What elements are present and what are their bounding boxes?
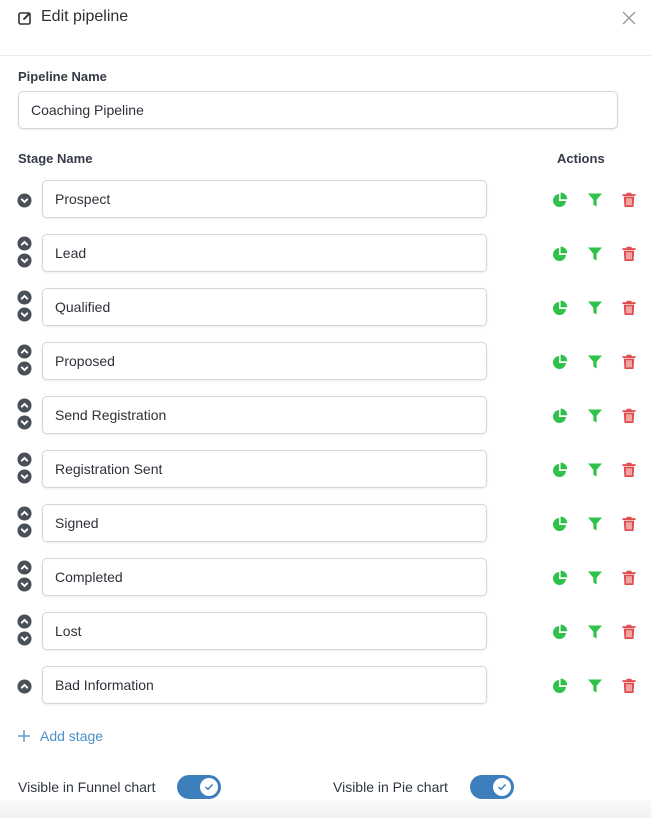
stage-row: Completed [0, 558, 651, 596]
stage-row: Send Registration [0, 396, 651, 434]
trash-icon[interactable] [621, 246, 637, 262]
funnel-icon[interactable] [587, 570, 603, 586]
move-up-icon[interactable] [17, 236, 32, 251]
funnel-visibility-label: Visible in Funnel chart [18, 779, 156, 795]
funnel-icon[interactable] [587, 462, 603, 478]
pie-chart-icon[interactable] [552, 192, 568, 208]
move-down-icon[interactable] [17, 361, 32, 376]
pie-chart-icon[interactable] [552, 570, 568, 586]
stage-name-input[interactable]: Lost [42, 612, 487, 650]
pie-chart-icon[interactable] [552, 624, 568, 640]
stage-name-input[interactable]: Send Registration [42, 396, 487, 434]
funnel-icon[interactable] [587, 678, 603, 694]
move-up-icon[interactable] [17, 452, 32, 467]
move-up-icon[interactable] [17, 290, 32, 305]
trash-icon[interactable] [621, 624, 637, 640]
trash-icon[interactable] [621, 192, 637, 208]
trash-icon[interactable] [621, 354, 637, 370]
pie-chart-icon[interactable] [552, 354, 568, 370]
trash-icon[interactable] [621, 570, 637, 586]
stage-name-input[interactable]: Bad Information [42, 666, 487, 704]
stage-row: Registration Sent [0, 450, 651, 488]
pipeline-name-input[interactable]: Coaching Pipeline [18, 91, 618, 129]
pie-chart-icon[interactable] [552, 408, 568, 424]
trash-icon[interactable] [621, 300, 637, 316]
funnel-visibility-toggle[interactable] [177, 775, 221, 799]
stage-row: Signed [0, 504, 651, 542]
actions-header: Actions [557, 151, 605, 166]
trash-icon[interactable] [621, 462, 637, 478]
pie-chart-icon[interactable] [552, 246, 568, 262]
funnel-icon[interactable] [587, 354, 603, 370]
move-up-icon[interactable] [17, 614, 32, 629]
pie-chart-icon[interactable] [552, 678, 568, 694]
stage-row: Qualified [0, 288, 651, 326]
pie-chart-icon[interactable] [552, 462, 568, 478]
stage-name-input[interactable]: Qualified [42, 288, 487, 326]
stage-row: Bad Information [0, 666, 651, 704]
add-stage-label: Add stage [40, 728, 104, 744]
stage-row: Proposed [0, 342, 651, 380]
move-down-icon[interactable] [17, 523, 32, 538]
trash-icon[interactable] [621, 516, 637, 532]
stage-row: Prospect [0, 180, 651, 218]
funnel-icon[interactable] [587, 624, 603, 640]
edit-icon [18, 12, 31, 25]
move-up-icon[interactable] [17, 398, 32, 413]
funnel-visibility-row: Visible in Funnel chart [18, 775, 155, 799]
move-down-icon[interactable] [17, 307, 32, 322]
funnel-icon[interactable] [587, 192, 603, 208]
stage-name-input[interactable]: Prospect [42, 180, 487, 218]
stage-name-input[interactable]: Lead [42, 234, 487, 272]
move-up-icon[interactable] [17, 506, 32, 521]
pie-chart-icon[interactable] [552, 516, 568, 532]
pie-visibility-row: Visible in Pie chart [333, 775, 448, 799]
move-up-icon[interactable] [17, 344, 32, 359]
trash-icon[interactable] [621, 678, 637, 694]
stage-row: Lead [0, 234, 651, 272]
check-icon [497, 783, 507, 791]
move-down-icon[interactable] [17, 253, 32, 268]
pie-chart-icon[interactable] [552, 300, 568, 316]
pie-visibility-label: Visible in Pie chart [333, 779, 448, 795]
stage-row: Lost [0, 612, 651, 650]
modal-title: Edit pipeline [41, 8, 129, 25]
move-down-icon[interactable] [17, 193, 32, 208]
move-down-icon[interactable] [17, 469, 32, 484]
modal-header: Edit pipeline [0, 0, 651, 56]
funnel-icon[interactable] [587, 246, 603, 262]
move-down-icon[interactable] [17, 577, 32, 592]
funnel-icon[interactable] [587, 516, 603, 532]
funnel-icon[interactable] [587, 300, 603, 316]
close-icon[interactable] [621, 10, 637, 26]
modal-footer [0, 800, 651, 818]
move-down-icon[interactable] [17, 415, 32, 430]
move-up-icon[interactable] [17, 679, 32, 694]
plus-icon [18, 730, 30, 742]
toggle-knob [200, 778, 218, 796]
move-down-icon[interactable] [17, 631, 32, 646]
move-up-icon[interactable] [17, 560, 32, 575]
stage-name-input[interactable]: Registration Sent [42, 450, 487, 488]
stage-name-input[interactable]: Signed [42, 504, 487, 542]
stage-name-header: Stage Name [18, 151, 93, 166]
funnel-icon[interactable] [587, 408, 603, 424]
stage-name-input[interactable]: Completed [42, 558, 487, 596]
stage-name-input[interactable]: Proposed [42, 342, 487, 380]
add-stage-button[interactable]: Add stage [18, 726, 103, 746]
check-icon [204, 783, 214, 791]
pipeline-name-label: Pipeline Name [18, 69, 107, 84]
toggle-knob [493, 778, 511, 796]
pie-visibility-toggle[interactable] [470, 775, 514, 799]
trash-icon[interactable] [621, 408, 637, 424]
